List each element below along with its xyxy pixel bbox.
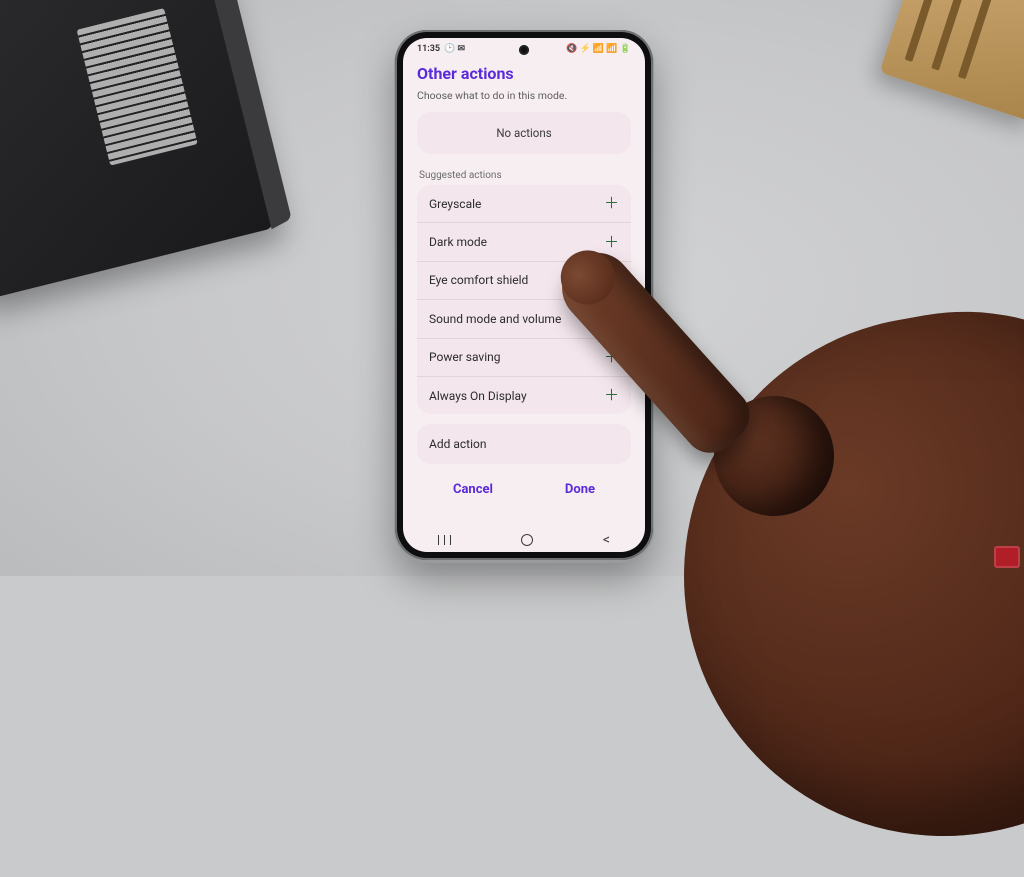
status-right-icons: 🔇 ⚡ 📶 📶 🔋: [566, 44, 631, 54]
status-time: 11:35: [417, 44, 440, 54]
nav-recents-icon[interactable]: [438, 535, 451, 545]
add-action-label: Add action: [429, 437, 486, 451]
nav-home-icon[interactable]: [521, 534, 533, 546]
done-button[interactable]: Done: [551, 476, 609, 503]
suggested-item-label: Greyscale: [429, 197, 481, 211]
suggested-item-greyscale[interactable]: Greyscale ＋: [417, 185, 631, 222]
suggested-item-label: Dark mode: [429, 235, 487, 249]
suggested-section-label: Suggested actions: [419, 170, 629, 181]
front-camera: [519, 45, 529, 55]
plus-icon[interactable]: ＋: [604, 196, 619, 211]
plus-icon[interactable]: ＋: [604, 235, 619, 250]
suggested-actions-list: Greyscale ＋ Dark mode ＋ Eye comfort shie…: [417, 185, 631, 414]
status-left-icons: 🕑 ✉: [444, 44, 465, 54]
phone-frame: 11:35 🕑 ✉ 🔇 ⚡ 📶 📶 🔋 Other actions Choose…: [395, 30, 653, 560]
add-action-button[interactable]: Add action: [417, 424, 631, 464]
suggested-item-dark-mode[interactable]: Dark mode ＋: [417, 222, 631, 260]
plus-icon[interactable]: ＋: [604, 350, 619, 365]
settings-content: Other actions Choose what to do in this …: [403, 60, 645, 528]
dialog-button-bar: Cancel Done: [417, 470, 631, 505]
page-subtitle: Choose what to do in this mode.: [417, 89, 631, 102]
current-actions-card[interactable]: No actions: [417, 112, 631, 154]
phone-screen: 11:35 🕑 ✉ 🔇 ⚡ 📶 📶 🔋 Other actions Choose…: [403, 38, 645, 552]
no-actions-label: No actions: [496, 126, 551, 140]
plus-icon[interactable]: ＋: [604, 311, 619, 326]
page-title: Other actions: [417, 64, 631, 83]
suggested-item-eye-comfort[interactable]: Eye comfort shield ＋: [417, 261, 631, 299]
android-navbar: <: [403, 528, 645, 552]
nav-back-icon[interactable]: <: [603, 532, 610, 548]
suggested-item-label: Power saving: [429, 350, 501, 364]
suggested-item-label: Sound mode and volume: [429, 312, 561, 326]
suggested-item-aod[interactable]: Always On Display ＋: [417, 376, 631, 414]
suggested-item-label: Eye comfort shield: [429, 273, 528, 287]
plus-icon[interactable]: ＋: [604, 273, 619, 288]
suggested-item-sound-volume[interactable]: Sound mode and volume ＋: [417, 299, 631, 337]
suggested-item-label: Always On Display: [429, 389, 527, 403]
suggested-item-power-saving[interactable]: Power saving ＋: [417, 338, 631, 376]
product-box-barcodes: [77, 8, 198, 166]
watermark-logo: [994, 546, 1020, 568]
cancel-button[interactable]: Cancel: [439, 476, 507, 503]
plus-icon[interactable]: ＋: [604, 388, 619, 403]
